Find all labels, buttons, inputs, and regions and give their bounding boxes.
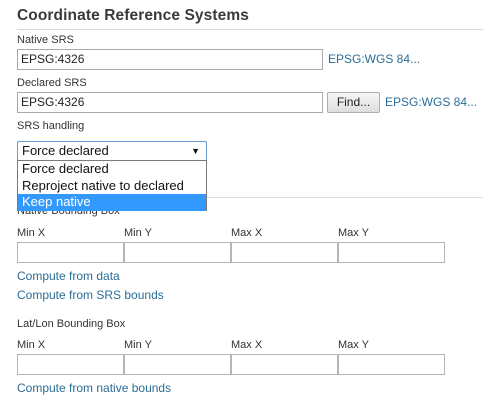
latlon-bbox-miny-input[interactable] xyxy=(124,354,231,375)
latlon-bbox-maxx-input[interactable] xyxy=(231,354,338,375)
latlon-bbox-col-minx: Min X xyxy=(17,339,46,351)
latlon-bbox-col-maxx: Max X xyxy=(231,339,263,351)
native-bbox-miny-input[interactable] xyxy=(124,242,231,263)
srs-handling-dropdown-list: Force declared Reproject native to decla… xyxy=(17,160,207,211)
option-keep-native[interactable]: Keep native xyxy=(18,194,206,211)
option-force-declared[interactable]: Force declared xyxy=(18,161,206,178)
latlon-bbox-maxy-input[interactable] xyxy=(338,354,445,375)
native-srs-field[interactable]: EPSG:4326 xyxy=(17,49,323,70)
declared-srs-field[interactable]: EPSG:4326 xyxy=(17,92,323,113)
latlon-bbox-minx-input[interactable] xyxy=(17,354,124,375)
native-srs-label: Native SRS xyxy=(17,34,74,46)
latlon-bbox-col-miny: Min Y xyxy=(124,339,152,351)
native-bbox-col-miny: Min Y xyxy=(124,227,152,239)
section-title: Coordinate Reference Systems xyxy=(17,7,249,24)
latlon-bbox-label: Lat/Lon Bounding Box xyxy=(17,318,126,330)
triangle-down-icon: ▼ xyxy=(191,146,200,156)
native-bbox-col-minx: Min X xyxy=(17,227,46,239)
native-bbox-minx-input[interactable] xyxy=(17,242,124,263)
option-reproject-native-to-declared[interactable]: Reproject native to declared xyxy=(18,178,206,195)
srs-handling-label: SRS handling xyxy=(17,120,85,132)
find-button[interactable]: Find... xyxy=(327,92,380,113)
compute-from-native-bounds-link[interactable]: Compute from native bounds xyxy=(17,381,171,395)
compute-from-data-link[interactable]: Compute from data xyxy=(17,269,120,283)
title-divider xyxy=(17,29,483,30)
native-bbox-maxy-input[interactable] xyxy=(338,242,445,263)
native-bbox-col-maxx: Max X xyxy=(231,227,263,239)
latlon-bbox-col-maxy: Max Y xyxy=(338,339,369,351)
native-bbox-col-maxy: Max Y xyxy=(338,227,369,239)
srs-handling-select[interactable]: Force declared ▼ xyxy=(17,141,207,161)
srs-handling-selected-value: Force declared xyxy=(22,143,109,158)
declared-srs-link[interactable]: EPSG:WGS 84... xyxy=(385,95,477,109)
native-srs-link[interactable]: EPSG:WGS 84... xyxy=(328,52,420,66)
compute-from-srs-bounds-link[interactable]: Compute from SRS bounds xyxy=(17,288,164,302)
declared-srs-label: Declared SRS xyxy=(17,77,87,89)
native-bbox-maxx-input[interactable] xyxy=(231,242,338,263)
